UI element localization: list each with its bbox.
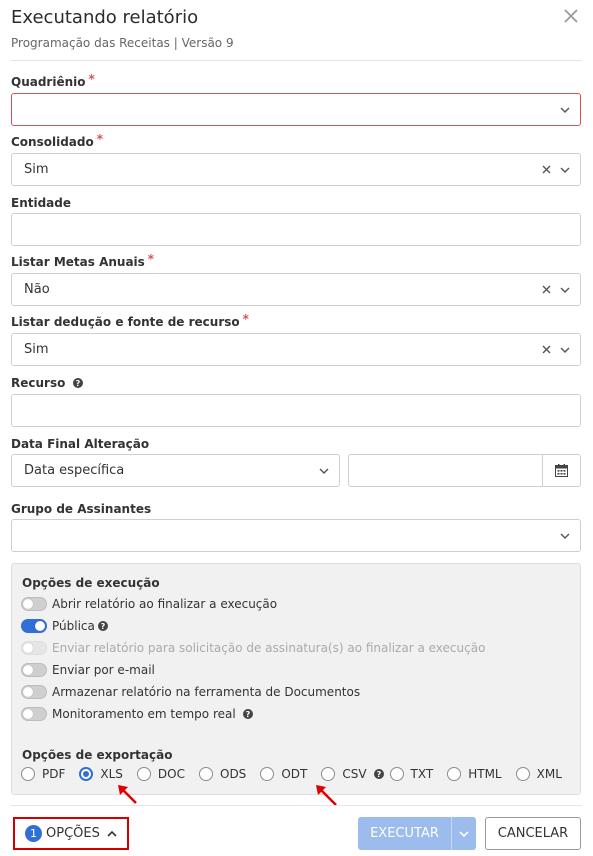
required-marker: *	[147, 252, 155, 266]
svg-text:?: ?	[376, 770, 381, 779]
quadrienio-label: Quadriênio *	[11, 72, 95, 89]
toggle-switch[interactable]	[21, 707, 47, 721]
calendar-icon	[555, 464, 568, 477]
footer-divider	[11, 805, 582, 806]
listar-deducao-label: Listar dedução e fonte de recurso *	[11, 312, 249, 329]
radio-xls[interactable]: XLS	[79, 767, 123, 781]
options-button[interactable]: 1 OPÇÕES	[13, 817, 129, 850]
radio-button	[260, 767, 275, 781]
help-icon[interactable]: ?	[97, 621, 108, 631]
clear-icon[interactable]	[542, 285, 551, 294]
recurso-field[interactable]	[11, 394, 581, 427]
data-final-date-input[interactable]	[348, 454, 581, 487]
toggle-switch[interactable]	[21, 663, 47, 677]
toggle-switch[interactable]	[21, 685, 47, 699]
chevron-up-icon	[107, 830, 117, 837]
export-format-group: PDF XLS DOC ODS ODT CSV ? TXT HTML XML	[21, 767, 576, 781]
help-icon[interactable]: ?	[373, 769, 384, 779]
dialog-subtitle: Programação das Receitas | Versão 9	[11, 36, 234, 50]
radio-ods[interactable]: ODS	[199, 767, 246, 781]
execution-options-title: Opções de execução	[22, 576, 160, 590]
listar-metas-label: Listar Metas Anuais *	[11, 252, 155, 269]
grupo-assinantes-label: Grupo de Assinantes	[11, 502, 152, 516]
toggle-switch	[21, 641, 47, 655]
dialog-header: Executando relatório Programação das Rec…	[11, 6, 582, 50]
help-icon[interactable]: ?	[242, 709, 253, 719]
options-count-badge: 1	[25, 825, 42, 842]
toggle-switch[interactable]	[21, 619, 47, 633]
help-icon[interactable]: ?	[72, 378, 83, 388]
options-label: OPÇÕES	[46, 826, 100, 841]
radio-button	[21, 767, 35, 781]
toggle-armazenar-documentos[interactable]: Armazenar relatório na ferramenta de Doc…	[21, 683, 360, 701]
toggle-abrir-relatorio[interactable]: Abrir relatório ao finalizar a execução	[21, 595, 277, 613]
data-final-label: Data Final Alteração	[11, 437, 150, 451]
chevron-down-icon	[560, 167, 570, 173]
chevron-down-icon	[459, 830, 469, 837]
data-final-select[interactable]: Data específica	[11, 454, 340, 487]
required-marker: *	[88, 72, 95, 86]
radio-button	[79, 767, 94, 781]
entidade-field[interactable]	[11, 213, 581, 246]
cancel-button[interactable]: CANCELAR	[485, 817, 581, 850]
radio-html[interactable]: HTML	[447, 767, 502, 781]
chevron-down-icon	[560, 287, 570, 293]
toggle-publica[interactable]: Pública ?	[21, 617, 108, 635]
grupo-assinantes-select[interactable]	[11, 519, 581, 552]
entidade-label: Entidade	[11, 196, 72, 210]
execute-dropdown-toggle[interactable]	[451, 817, 476, 850]
header-divider	[11, 60, 582, 61]
chevron-down-icon	[319, 468, 329, 474]
radio-csv[interactable]: CSV ?	[321, 767, 384, 781]
radio-button	[199, 767, 213, 781]
chevron-down-icon	[560, 533, 570, 539]
execute-label: EXECUTAR	[370, 826, 439, 841]
toggle-enviar-assinatura: Enviar relatório para solicitação de ass…	[21, 639, 485, 657]
clear-icon[interactable]	[542, 165, 551, 174]
execute-button[interactable]: EXECUTAR	[358, 817, 476, 850]
listar-metas-select[interactable]: Não	[11, 273, 581, 306]
radio-txt[interactable]: TXT	[389, 767, 433, 781]
options-panel: Opções de execução Abrir relatório ao fi…	[11, 563, 581, 795]
radio-button	[321, 767, 336, 781]
toggle-monitoramento[interactable]: Monitoramento em tempo real ?	[21, 705, 253, 723]
radio-button	[389, 767, 404, 781]
radio-xml[interactable]: XML	[515, 767, 562, 781]
toggle-switch[interactable]	[21, 597, 47, 611]
recurso-label: Recurso ?	[11, 376, 83, 390]
chevron-down-icon	[560, 347, 570, 353]
radio-button	[447, 767, 462, 781]
clear-icon[interactable]	[542, 345, 551, 354]
dialog-title: Executando relatório	[11, 7, 199, 28]
quadrienio-select[interactable]	[11, 93, 581, 126]
required-marker: *	[242, 312, 249, 326]
calendar-button[interactable]	[542, 455, 580, 486]
toggle-enviar-email[interactable]: Enviar por e-mail	[21, 661, 155, 679]
export-options-title: Opções de exportação	[22, 748, 173, 762]
svg-text:?: ?	[75, 379, 80, 388]
consolidado-select[interactable]: Sim	[11, 153, 581, 186]
chevron-down-icon	[560, 107, 570, 113]
annotation-arrow-icon	[118, 785, 137, 804]
radio-pdf[interactable]: PDF	[21, 767, 65, 781]
consolidado-label: Consolidado *	[11, 132, 104, 149]
radio-doc[interactable]: DOC	[136, 767, 185, 781]
radio-button	[515, 767, 530, 781]
close-icon	[564, 9, 578, 23]
report-dialog: Executando relatório Programação das Rec…	[0, 0, 593, 856]
radio-button	[136, 767, 151, 781]
svg-text:?: ?	[101, 622, 106, 631]
svg-text:?: ?	[245, 710, 250, 719]
listar-deducao-select[interactable]: Sim	[11, 333, 581, 366]
close-button[interactable]	[563, 8, 581, 26]
radio-odt[interactable]: ODT	[260, 767, 307, 781]
required-marker: *	[96, 132, 104, 146]
